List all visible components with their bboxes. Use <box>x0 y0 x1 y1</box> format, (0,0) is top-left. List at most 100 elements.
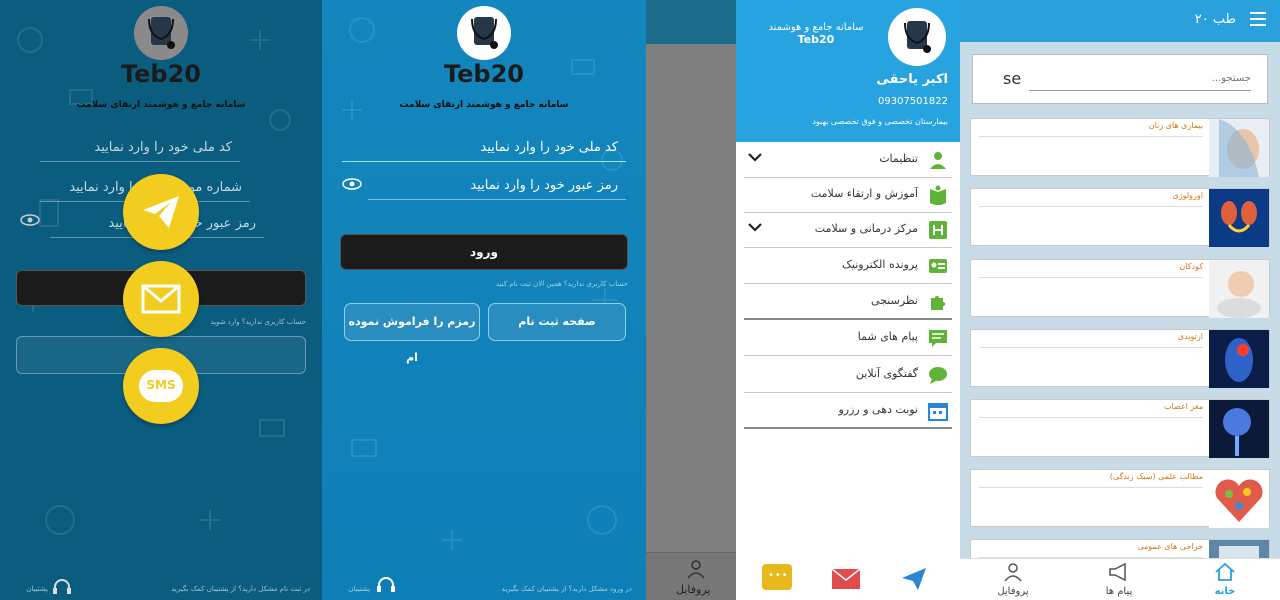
drawer-bottom-actions: ••• <box>736 560 960 600</box>
card-divider <box>979 206 1203 207</box>
sms-bubble-icon: SMS <box>139 370 183 402</box>
brand-name: Teb20 <box>120 60 202 88</box>
category-title: کودکان <box>1179 262 1203 271</box>
footer-note: در ثبت نام مشکل دارید؟ از پشتیبان کمک بگ… <box>171 585 310 593</box>
tab-messages[interactable]: پیام ها <box>1066 559 1172 600</box>
drawer-item-1[interactable]: تنظیمات <box>744 142 952 178</box>
screenshot-collage: Teb20 سامانه جامع و هوشمند ارتقای سلامت … <box>0 0 1280 600</box>
brand-tagline: سامانه جامع و هوشمند ارتقای سلامت <box>76 100 246 110</box>
tab-profile-label[interactable]: پروفایل <box>676 583 710 596</box>
drawer-item-5[interactable]: نظرسنجی <box>744 284 952 320</box>
headset-icon[interactable] <box>376 576 396 594</box>
footer-note: در ورود مشکل دارید؟ از پشتیبان کمک بگیری… <box>501 585 632 593</box>
dimmed-appbar <box>646 0 738 44</box>
tab-home[interactable]: خانه <box>1172 559 1278 600</box>
category-card[interactable]: اورولوژی <box>970 188 1270 247</box>
bone-thumb <box>1209 330 1269 388</box>
chevron-down-icon[interactable] <box>748 222 762 232</box>
eye-icon[interactable] <box>342 177 362 191</box>
login-screen-with-menu: Teb20 سامانه جامع و هوشمند ارتقای سلامت … <box>0 0 322 600</box>
no-account-note[interactable]: حساب کاربری ندارید؟ همین الان ثبت نام کن… <box>462 280 628 288</box>
hospital-icon <box>929 221 947 239</box>
brain-thumb <box>1209 400 1269 458</box>
search-input[interactable] <box>1029 67 1251 91</box>
navigation-drawer: سامانه جامع و هوشمند Teb20 اکبر یاحقی 09… <box>736 0 960 600</box>
card-divider <box>979 347 1203 348</box>
user-name: اکبر یاحقی <box>876 72 948 87</box>
category-card[interactable]: مطالب علمی (سبک زندگی) <box>970 469 1270 528</box>
mail-button-icon[interactable] <box>831 568 861 590</box>
drawer-item-2[interactable]: آموزش و ارتقاء سلامت <box>744 177 952 213</box>
send-button-icon[interactable] <box>900 566 928 592</box>
user-hospital: بیمارستان تخصصی و فوق تخصصی بهبود <box>812 117 948 126</box>
home-icon <box>1215 562 1235 581</box>
user-icon <box>930 152 946 169</box>
logo-badge <box>134 6 188 60</box>
no-account-note[interactable]: حساب کاربری ندارید؟ وارد شوید <box>186 318 306 326</box>
id-card-icon <box>929 259 947 273</box>
telegram-fab[interactable] <box>123 174 199 250</box>
support-label[interactable]: پشتیبان <box>14 585 48 593</box>
hamburger-menu-icon[interactable] <box>1250 12 1266 26</box>
face-thumb <box>1209 119 1269 177</box>
drawer-item-3[interactable]: مرکز درمانی و سلامت <box>744 212 952 248</box>
card-divider <box>979 277 1203 278</box>
tab-messages-label: پیام ها <box>1105 586 1133 597</box>
national-code-field[interactable]: کد ملی خود را وارد نمایید <box>40 134 240 162</box>
app-title: طب ۲۰ <box>1194 12 1236 27</box>
user-phone: 09307501822 <box>878 96 948 107</box>
drawer-item-label: پیام های شما <box>857 330 918 343</box>
drawer-item-4[interactable]: پرونده الکترونیک <box>744 248 952 284</box>
bottom-tab-bar: پروفایل پیام ها خانه <box>960 558 1280 600</box>
logo-badge <box>457 6 511 60</box>
category-card[interactable]: کودکان <box>970 259 1270 318</box>
drawer-app-title: سامانه جامع و هوشمند Teb20 <box>760 22 872 46</box>
kidney-thumb <box>1209 189 1269 247</box>
tab-profile-label: پروفایل <box>997 586 1029 597</box>
card-divider <box>979 136 1203 137</box>
search-box: se <box>972 54 1268 104</box>
password-field[interactable]: رمز عبور خود را وارد نمایید <box>368 172 626 200</box>
category-card[interactable]: ارتوپدی <box>970 329 1270 388</box>
person-icon[interactable] <box>686 559 706 579</box>
email-fab[interactable] <box>123 261 199 337</box>
eye-icon[interactable] <box>20 213 40 227</box>
chat-dots-icon: ••• <box>768 570 789 581</box>
drawer-item-6[interactable]: پیام های شما <box>744 320 952 356</box>
headset-icon[interactable] <box>52 578 72 596</box>
category-title: مغز اعصاب <box>1163 402 1203 411</box>
category-card[interactable]: بیماری های زنان <box>970 118 1270 177</box>
category-title: مطالب علمی (سبک زندگی) <box>1109 472 1203 481</box>
drawer-item-label: تنظیمات <box>879 152 918 165</box>
drawer-title-line1: سامانه جامع و هوشمند <box>768 22 864 33</box>
person-icon <box>1004 563 1022 582</box>
national-code-field[interactable]: کد ملی خود را وارد نمایید <box>342 134 626 162</box>
drawer-item-label: پرونده الکترونیک <box>842 258 918 271</box>
drawer-title-line2: Teb20 <box>797 33 835 46</box>
book-icon <box>930 185 946 205</box>
drawer-item-7[interactable]: گفتگوی آنلاین <box>744 357 952 393</box>
category-title: اورولوژی <box>1172 191 1203 200</box>
login-button[interactable]: ورود <box>340 234 628 270</box>
category-card[interactable]: مغز اعصاب <box>970 399 1270 458</box>
chevron-down-icon[interactable] <box>748 152 762 162</box>
drawer-item-label: مرکز درمانی و سلامت <box>814 222 918 235</box>
support-label[interactable]: پشتیبان <box>336 585 370 593</box>
paper-plane-icon <box>143 196 179 228</box>
puzzle-icon <box>931 296 945 310</box>
baby-thumb <box>1209 260 1269 318</box>
hamburger-middle-line <box>1250 18 1266 20</box>
register-button[interactable]: صفحه ثبت نام <box>488 303 626 341</box>
card-divider <box>979 417 1203 418</box>
forgot-password-button[interactable]: رمزم را فراموش نموده ام <box>344 303 480 364</box>
home-screen: طب ۲۰ se بیماری های زنان اورولوژی کودکان ار… <box>960 0 1280 600</box>
drawer-item-8[interactable]: نوبت دهی و رزرو <box>744 393 952 429</box>
lifestyle-thumb <box>1209 470 1269 528</box>
drawer-item-label: نوبت دهی و رزرو <box>838 403 918 416</box>
chat-button[interactable]: ••• <box>762 564 792 590</box>
tab-profile[interactable]: پروفایل <box>960 559 1066 600</box>
calendar-icon <box>928 403 948 421</box>
stethoscope-logo-icon <box>148 17 175 49</box>
stethoscope-logo-icon <box>904 21 931 53</box>
sms-fab[interactable]: SMS <box>123 348 199 424</box>
